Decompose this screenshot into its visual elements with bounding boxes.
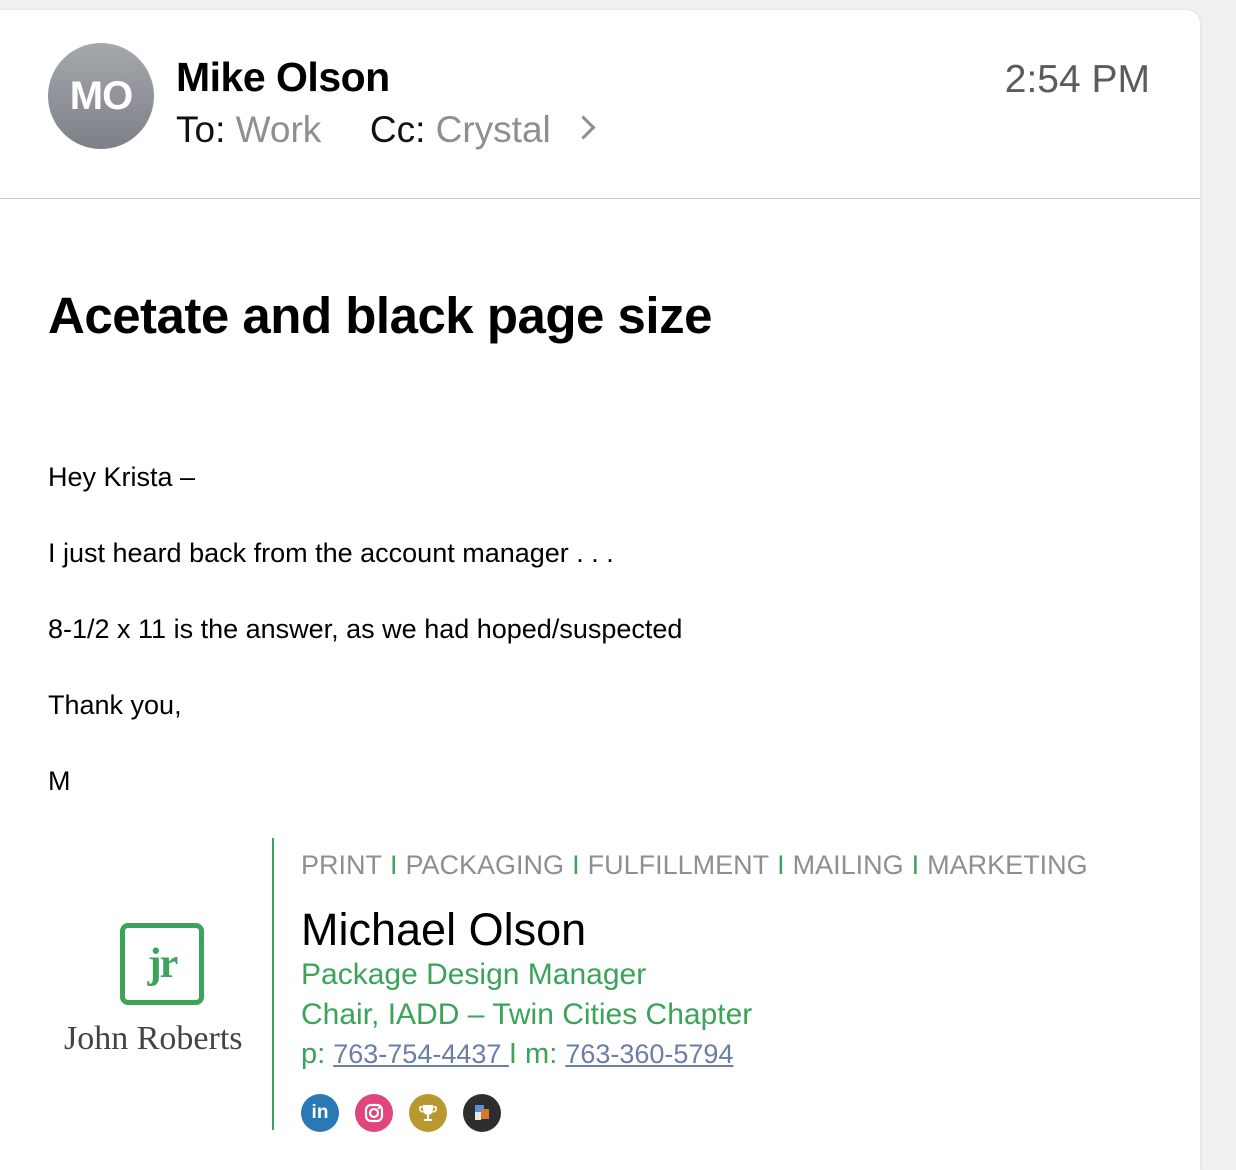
signature-divider (272, 838, 274, 1130)
timestamp: 2:54 PM (1004, 58, 1150, 101)
signature-title: Package Design Manager (301, 958, 647, 991)
service-item: PRINT (301, 850, 382, 880)
mobile-label: m: (525, 1038, 558, 1070)
email-card: MO Mike Olson To: Work Cc: Crystal 2:54 … (0, 10, 1200, 1170)
body-line: Thank you, (48, 690, 182, 720)
service-item: FULFILLMENT (587, 850, 770, 880)
signature-chair: Chair, IADD – Twin Cities Chapter (301, 998, 753, 1031)
service-separator: I (777, 850, 785, 880)
linkedin-icon[interactable]: in (301, 1094, 339, 1132)
cc-recipient[interactable]: Crystal (436, 109, 551, 150)
services-line: PRINT I PACKAGING I FULFILLMENT I MAILING I MARK… (301, 850, 1088, 881)
mobile-link[interactable]: 763-360-5794 (565, 1039, 733, 1069)
phone-label: p: (301, 1038, 326, 1070)
phone-link[interactable]: 763-754-4437 (333, 1039, 509, 1069)
email-subject: Acetate and black page size (48, 287, 712, 344)
body-line: M (48, 766, 71, 796)
body-line: 8-1/2 x 11 is the answer, as we had hope… (48, 614, 683, 644)
recipients[interactable]: To: Work Cc: Crystal (176, 109, 596, 151)
to-recipient[interactable]: Work (236, 109, 322, 150)
email-body: Hey Krista – I just heard back from the … (48, 458, 682, 838)
signature-phones: p: 763-754-4437 I m: 763-360-5794 (301, 1038, 733, 1071)
chevron-right-icon[interactable] (571, 115, 596, 140)
service-item: MAILING (792, 850, 904, 880)
trophy-icon[interactable] (409, 1094, 447, 1132)
company-logo: jr John Roberts (48, 838, 272, 1130)
email-header: MO Mike Olson To: Work Cc: Crystal 2:54 … (0, 10, 1200, 199)
body-line: I just heard back from the account manag… (48, 538, 614, 568)
sender-name[interactable]: Mike Olson (176, 54, 390, 101)
logo-wordmark: John Roberts (64, 1020, 243, 1057)
service-separator: I (390, 850, 398, 880)
service-separator: I (572, 850, 580, 880)
signature-name: Michael Olson (301, 904, 587, 955)
service-item: MARKETING (927, 850, 1088, 880)
service-item: PACKAGING (405, 850, 565, 880)
service-separator: I (911, 850, 920, 880)
logo-mark: jr (120, 923, 204, 1005)
social-icons: in (301, 1094, 501, 1132)
instagram-icon[interactable] (355, 1094, 393, 1132)
avatar[interactable]: MO (48, 43, 154, 149)
body-line: Hey Krista – (48, 462, 196, 492)
package-icon[interactable] (463, 1094, 501, 1132)
to-label: To: (176, 109, 226, 150)
cc-label: Cc: (369, 109, 426, 150)
phone-separator: I (508, 1038, 517, 1070)
email-signature: jr John Roberts PRINT I PACKAGING I FULFILLM… (48, 838, 1168, 1132)
